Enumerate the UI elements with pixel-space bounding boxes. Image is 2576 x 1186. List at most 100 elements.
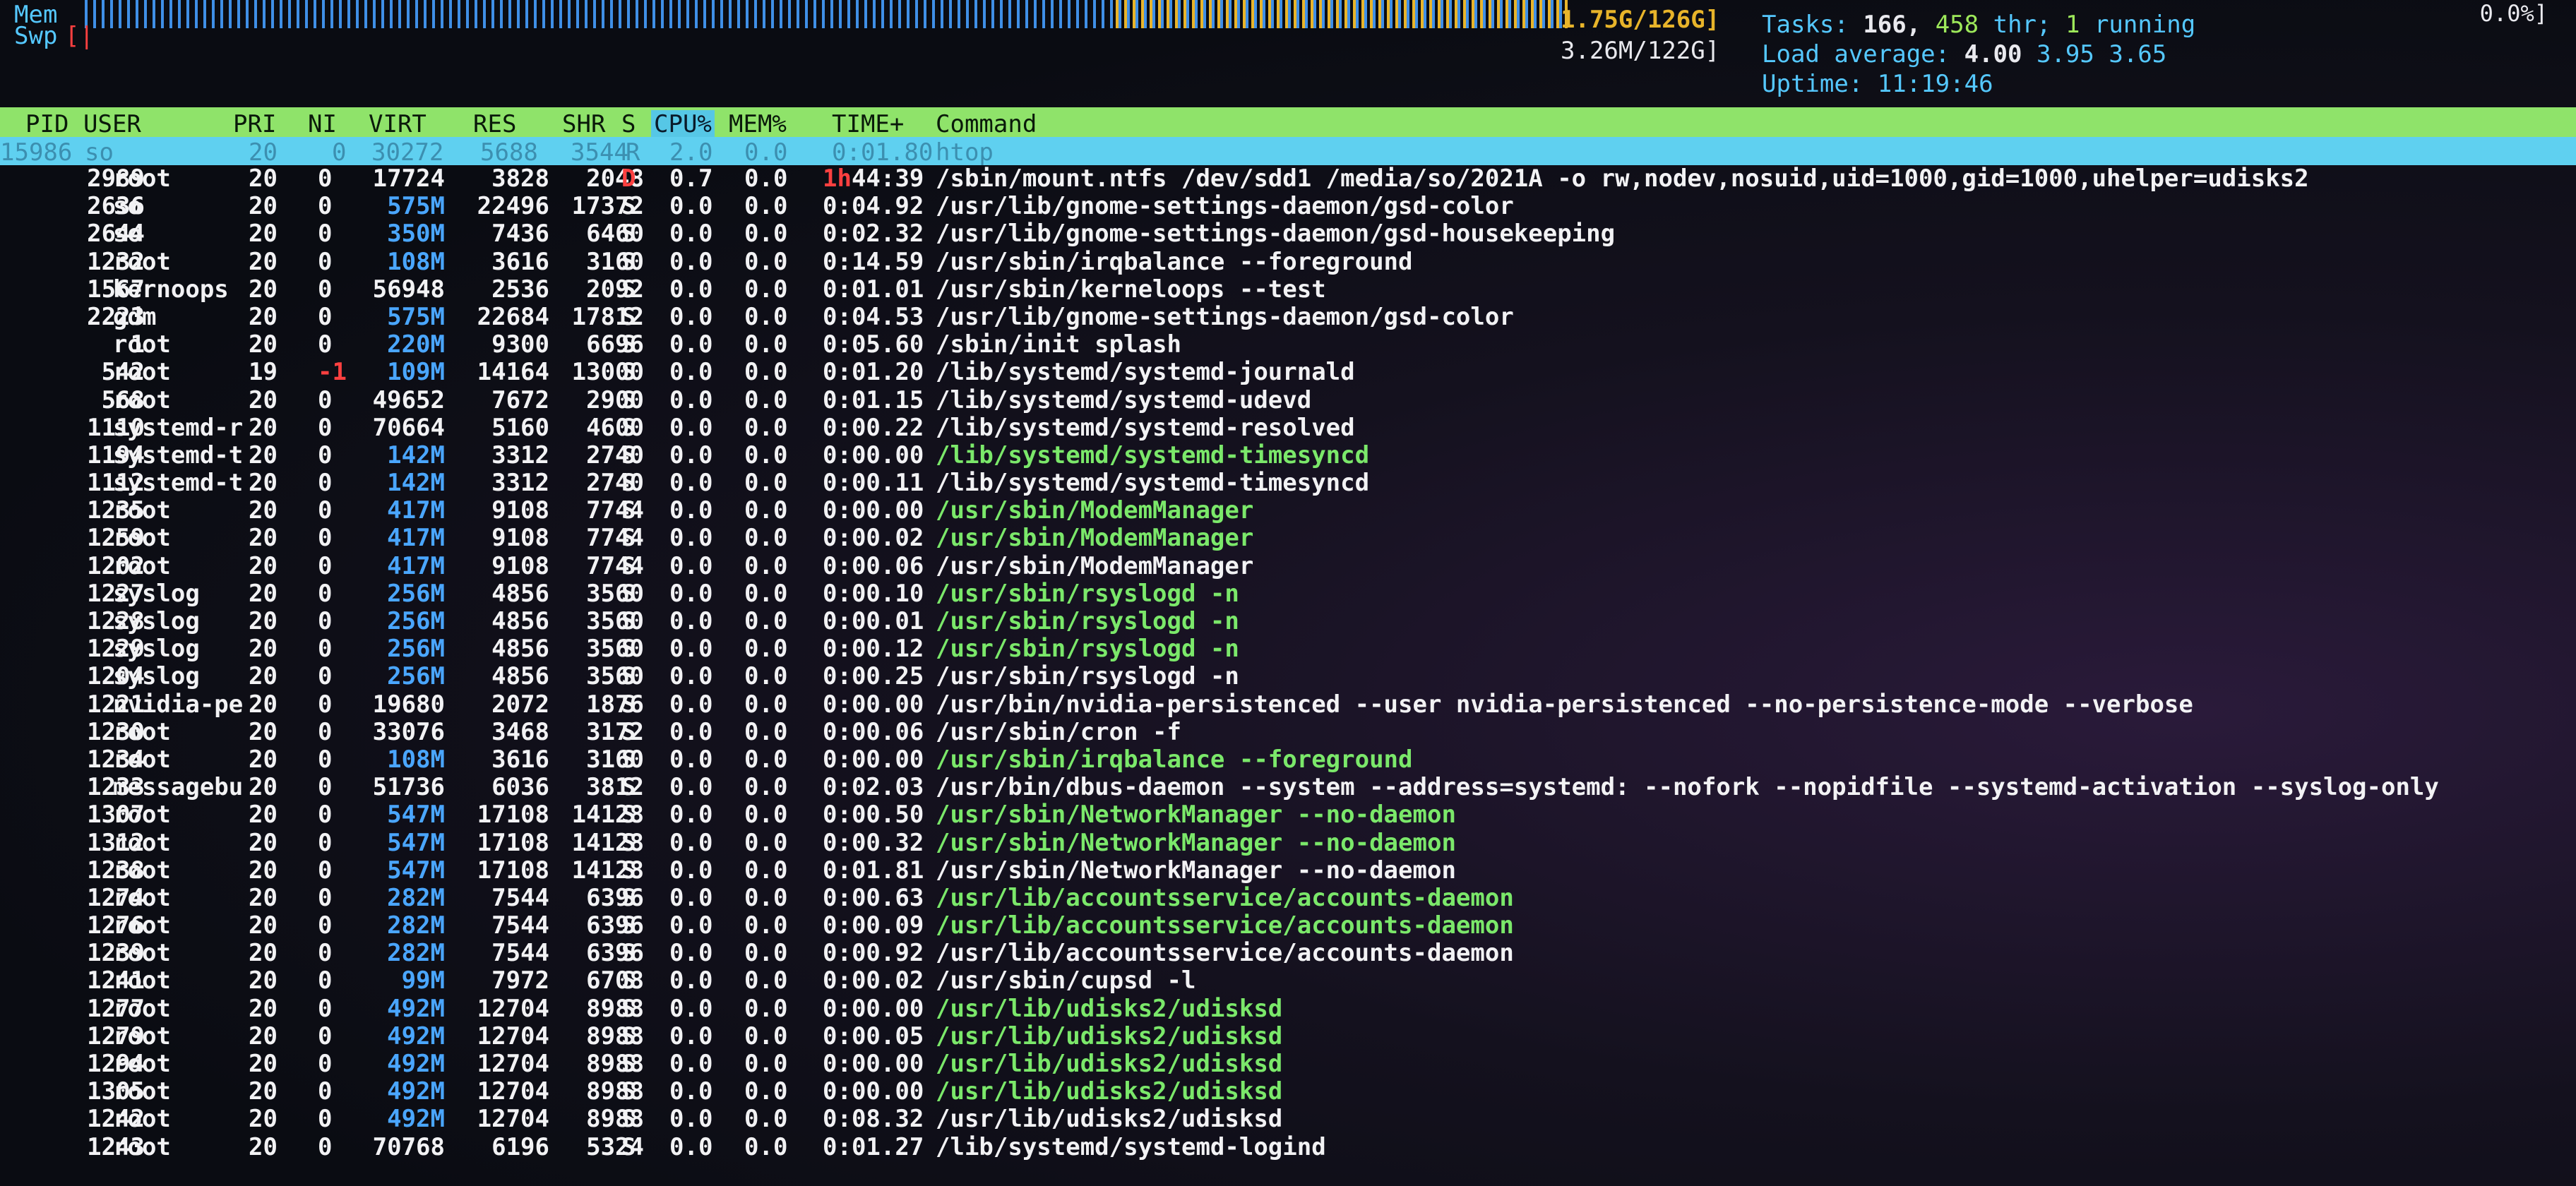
process-row[interactable]: 2989 root 20 0 17724 3828 2048 D 0.7 0.0/sbin/mou… (0, 165, 2576, 193)
process-row[interactable]: 1276 root 20 0 282M 7544 6396 S 0.0 0.0/usr/lib/a… (0, 912, 2576, 940)
process-row[interactable]: 1232 root 20 0 108M 3616 3160 S 0.0 0.0/usr/sbin/… (0, 248, 2576, 276)
col-command[interactable]: Command (936, 110, 1037, 138)
col-res[interactable]: RES (473, 110, 516, 138)
col-time[interactable]: TIME+ (832, 110, 904, 138)
cell-virt: 282M (387, 939, 445, 968)
cell-cpu: 0.0 (669, 441, 713, 469)
htop-header: Mem Swp [| 1.75G/126G] 3.26M/122G] Tasks… (0, 0, 2576, 106)
cell-time: 0:01.15 (823, 385, 924, 414)
process-row[interactable]: 1233 messagebu 20 0 51736 6036 3812 S 0.0 0.0/usr… (0, 774, 2576, 801)
selected-process-row[interactable]: 15986 so 20 0 30272 5688 3544 R 2.0 0.0 … (0, 137, 2576, 167)
cell-state: S (621, 635, 636, 664)
cell-cpu: 0.0 (669, 496, 713, 525)
process-row[interactable]: 542 root 19 -1 109M 14164 13000 S 0.0 0.0/lib/sys… (0, 359, 2576, 386)
col-s[interactable]: S (621, 110, 636, 138)
cell-cpu: 0.0 (669, 220, 713, 248)
cell-ni: 0 (318, 275, 333, 304)
process-row[interactable]: 1238 root 20 0 547M 17108 14128 S 0.0 0.0/usr/sbi… (0, 856, 2576, 885)
swp-bracket: [| (65, 22, 94, 50)
process-row[interactable]: 1229 syslog 20 0 256M 4856 3560 S 0.0 0.0/usr/sbi… (0, 635, 2576, 663)
cell-time: 0:01.81 (823, 856, 924, 885)
process-row[interactable]: 1307 root 20 0 547M 17108 14128 S 0.0 0.0/usr/sbi… (0, 801, 2576, 829)
process-row[interactable]: 1567 kernoops 20 0 56948 2536 2092 S 0.0 0.0/usr/… (0, 275, 2576, 304)
cell-ni: 0 (318, 828, 333, 857)
cell-virt: 49652 (372, 385, 445, 414)
cell-ni: 0 (318, 773, 333, 802)
process-row[interactable]: 1239 root 20 0 282M 7544 6396 S 0.0 0.0/usr/lib/a… (0, 940, 2576, 967)
process-row[interactable]: 2223 gdm 20 0 575M 22684 17812 S 0.0 0.0/usr/lib/… (0, 303, 2576, 331)
cell-virt: 282M (387, 883, 445, 912)
cell-time: 0:00.22 (823, 413, 924, 442)
cell-res: 7544 (491, 883, 549, 912)
process-row[interactable]: 1243 root 20 0 70768 6196 5324 S 0.0 0.0/lib/syst… (0, 1133, 2576, 1161)
load-15min: 3.65 (2109, 40, 2167, 68)
cell-command: /usr/sbin/rsyslogd -n (936, 635, 1239, 664)
process-row[interactable]: 1259 root 20 0 417M 9108 7744 S 0.0 0.0/usr/sbin/… (0, 525, 2576, 552)
process-row[interactable]: 1112 systemd-t 20 0 142M 3312 2740 S 0.0 0.0/lib/… (0, 469, 2576, 497)
threads-count: 458 (1935, 11, 1979, 39)
cell-user: root (113, 883, 171, 912)
process-row[interactable]: 1221 nvidia-pe 20 0 19680 2072 1876 S 0.0 0.0/usr… (0, 690, 2576, 719)
cell-command: /lib/systemd/systemd-resolved (936, 413, 1355, 442)
process-row[interactable]: 1305 root 20 0 492M 12704 8988 S 0.0 0.0/usr/lib/… (0, 1078, 2576, 1106)
cell-time: 0:00.00 (823, 690, 924, 719)
cell-cpu: 0.0 (669, 745, 713, 774)
cell-ni: 0 (318, 192, 333, 221)
cell-time: 0:00.32 (823, 828, 924, 857)
cell-user: root (113, 1050, 171, 1078)
process-row[interactable]: 1274 root 20 0 282M 7544 6396 S 0.0 0.0/usr/lib/a… (0, 883, 2576, 912)
cell-state: S (621, 801, 636, 829)
cell-res: 3828 (491, 164, 549, 193)
process-row[interactable]: 1202 root 20 0 417M 9108 7744 S 0.0 0.0/usr/sbin/… (0, 552, 2576, 580)
cell-state: S (621, 524, 636, 553)
process-row[interactable]: 1242 root 20 0 492M 12704 8988 S 0.0 0.0/usr/lib/… (0, 1106, 2576, 1133)
cell-time: 1h44:39 (823, 164, 924, 193)
cell-res: 12704 (477, 1105, 549, 1134)
col-pri[interactable]: PRI (233, 110, 276, 138)
cell-virt: 492M (387, 1105, 445, 1134)
col-user[interactable]: USER (83, 110, 141, 138)
cell-user: root (113, 358, 171, 387)
process-row[interactable]: 1294 root 20 0 492M 12704 8988 S 0.0 0.0/usr/lib/… (0, 1050, 2576, 1078)
process-row[interactable]: 1230 root 20 0 33076 3468 3172 S 0.0 0.0/usr/sbin… (0, 717, 2576, 746)
cell-ni: 0 (318, 939, 333, 968)
cell-pri: 20 (249, 635, 278, 664)
process-row[interactable]: 1194 systemd-t 20 0 142M 3312 2740 S 0.0 0.0/lib/… (0, 441, 2576, 469)
process-row[interactable]: 1110 systemd-r 20 0 70664 5160 4600 S 0.0 0.0/lib… (0, 414, 2576, 442)
process-row[interactable]: 1241 root 20 0 99M 7972 6708 S 0.0 0.0/usr/sbin/c… (0, 967, 2576, 995)
cell-time: 0:00.06 (823, 717, 924, 746)
process-row[interactable]: 1204 syslog 20 0 256M 4856 3560 S 0.0 0.0/usr/sbi… (0, 663, 2576, 690)
cell-state: S (621, 745, 636, 774)
cell-state: S (621, 220, 636, 248)
cell-ni: 0 (318, 690, 333, 719)
cell-user: syslog (113, 635, 200, 664)
process-row[interactable]: 1277 root 20 0 492M 12704 8988 S 0.0 0.0/usr/lib/… (0, 995, 2576, 1023)
process-row[interactable]: 568 root 20 0 49652 7672 2900 S 0.0 0.0/lib/syste… (0, 385, 2576, 414)
cell-user: root (113, 1105, 171, 1134)
cell-pri: 20 (249, 1022, 278, 1050)
process-row[interactable]: 2636 so 20 0 575M 22496 17372 S 0.0 0.0/usr/lib/g… (0, 193, 2576, 220)
cell-time: 0:00.12 (823, 635, 924, 664)
cell-res: 3616 (491, 247, 549, 276)
process-row[interactable]: 1234 root 20 0 108M 3616 3160 S 0.0 0.0/usr/sbin/… (0, 745, 2576, 774)
process-row[interactable]: 1227 syslog 20 0 256M 4856 3560 S 0.0 0.0/usr/sbi… (0, 580, 2576, 608)
process-row[interactable]: 1235 root 20 0 417M 9108 7744 S 0.0 0.0/usr/sbin/… (0, 497, 2576, 525)
col-virt[interactable]: VIRT (369, 110, 427, 138)
cell-mem: 0.0 (744, 745, 788, 774)
col-pid[interactable]: PID (25, 110, 68, 138)
cell-ni: 0 (318, 856, 333, 885)
cell-virt: 70664 (372, 413, 445, 442)
process-row[interactable]: 1279 root 20 0 492M 12704 8988 S 0.0 0.0/usr/lib/… (0, 1022, 2576, 1050)
cell-virt: 51736 (372, 773, 445, 802)
col-shr[interactable]: SHR (562, 110, 605, 138)
process-row[interactable]: 2644 so 20 0 350M 7436 6460 S 0.0 0.0/usr/lib/gno… (0, 220, 2576, 248)
cell-pri: 20 (249, 1077, 278, 1106)
col-cpu[interactable]: CPU% (651, 110, 715, 138)
cell-ni: 0 (318, 911, 333, 940)
cell-ni: 0 (318, 745, 333, 774)
process-row[interactable]: 1228 syslog 20 0 256M 4856 3560 S 0.0 0.0/usr/sbi… (0, 608, 2576, 635)
process-row[interactable]: 1312 root 20 0 547M 17108 14128 S 0.0 0.0/usr/sbi… (0, 829, 2576, 857)
col-ni[interactable]: NI (308, 110, 337, 138)
process-row[interactable]: 1 root 20 0 220M 9300 6696 S 0.0 0.0/sbin/init sp… (0, 331, 2576, 359)
col-mem[interactable]: MEM% (729, 110, 787, 138)
